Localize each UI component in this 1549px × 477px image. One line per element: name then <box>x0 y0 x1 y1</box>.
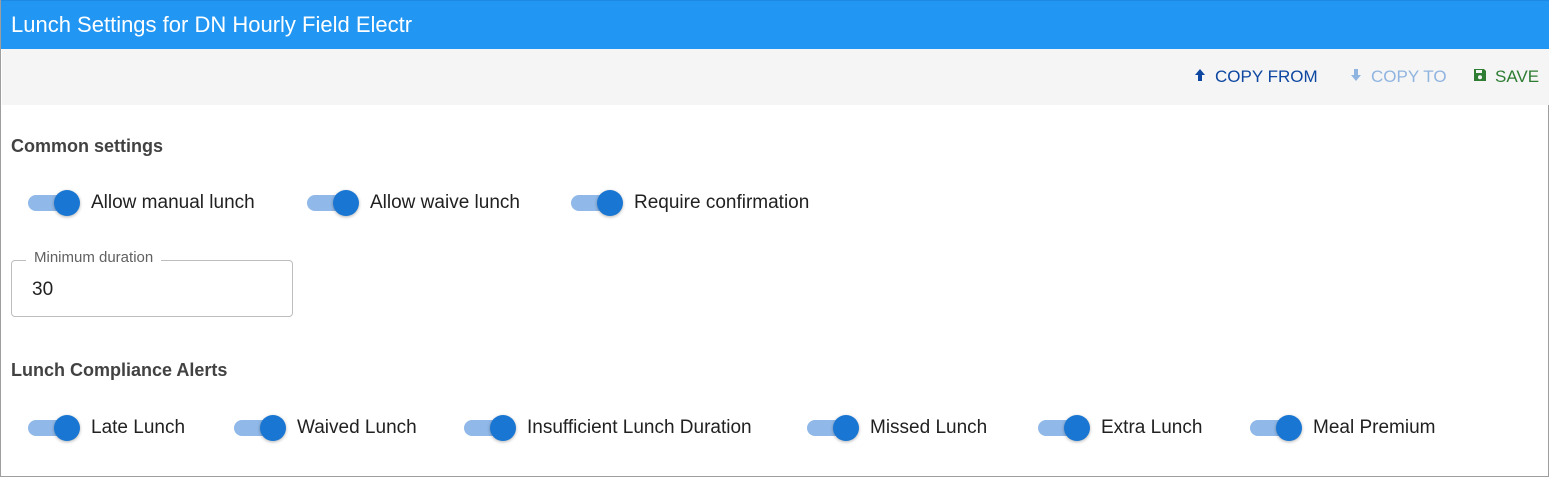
toggle-late-lunch[interactable]: Late Lunch <box>28 413 185 443</box>
toggle-label: Require confirmation <box>634 192 810 213</box>
toggle-switch[interactable] <box>1038 415 1090 441</box>
toggle-label: Extra Lunch <box>1101 417 1203 438</box>
toggle-meal-premium[interactable]: Meal Premium <box>1250 413 1435 443</box>
arrow-down-icon <box>1349 67 1363 87</box>
toggle-switch[interactable] <box>234 415 286 441</box>
toggle-switch[interactable] <box>464 415 516 441</box>
copy-from-label: COPY FROM <box>1215 67 1318 86</box>
copy-to-button[interactable]: COPY TO <box>1349 49 1447 105</box>
toggle-allow-waive-lunch[interactable]: Allow waive lunch <box>307 188 520 218</box>
toggle-label: Allow manual lunch <box>91 192 255 213</box>
toggle-switch[interactable] <box>571 190 623 216</box>
toggle-extra-lunch[interactable]: Extra Lunch <box>1038 413 1202 443</box>
toggle-switch[interactable] <box>28 190 80 216</box>
toggle-switch[interactable] <box>28 415 80 441</box>
toggle-label: Late Lunch <box>91 417 186 438</box>
toolbar: COPY FROM COPY TO SAVE <box>2 49 1549 105</box>
save-button[interactable]: SAVE <box>1473 49 1539 105</box>
minimum-duration-field: Minimum duration <box>11 249 293 317</box>
toggle-waived-lunch[interactable]: Waived Lunch <box>234 413 417 443</box>
toggle-label: Waived Lunch <box>297 417 417 438</box>
toggle-allow-manual-lunch[interactable]: Allow manual lunch <box>28 188 255 218</box>
toggle-require-confirmation[interactable]: Require confirmation <box>571 188 809 218</box>
toggle-label: Missed Lunch <box>870 417 988 438</box>
save-disk-icon <box>1473 67 1487 87</box>
title-bar: Lunch Settings for DN Hourly Field Elect… <box>1 0 1549 49</box>
page-title: Lunch Settings for DN Hourly Field Elect… <box>11 12 413 37</box>
toggle-label: Meal Premium <box>1313 417 1436 438</box>
copy-to-label: COPY TO <box>1371 67 1447 86</box>
toggle-missed-lunch[interactable]: Missed Lunch <box>807 413 987 443</box>
save-label: SAVE <box>1495 67 1540 86</box>
common-settings-heading: Common settings <box>11 136 164 156</box>
settings-panel: Lunch Settings for DN Hourly Field Elect… <box>0 0 1549 477</box>
toggle-label: Insufficient Lunch Duration <box>527 417 752 438</box>
arrow-up-icon <box>1193 67 1207 87</box>
toggle-label: Allow waive lunch <box>370 192 520 213</box>
toggle-switch[interactable] <box>1250 415 1302 441</box>
toggle-switch[interactable] <box>807 415 859 441</box>
minimum-duration-label: Minimum duration <box>26 249 162 266</box>
copy-from-button[interactable]: COPY FROM <box>1193 49 1318 105</box>
toggle-insufficient-lunch-duration[interactable]: Insufficient Lunch Duration <box>464 413 752 443</box>
toggle-switch[interactable] <box>307 190 359 216</box>
compliance-alerts-heading: Lunch Compliance Alerts <box>11 360 228 380</box>
minimum-duration-input[interactable] <box>32 277 272 303</box>
